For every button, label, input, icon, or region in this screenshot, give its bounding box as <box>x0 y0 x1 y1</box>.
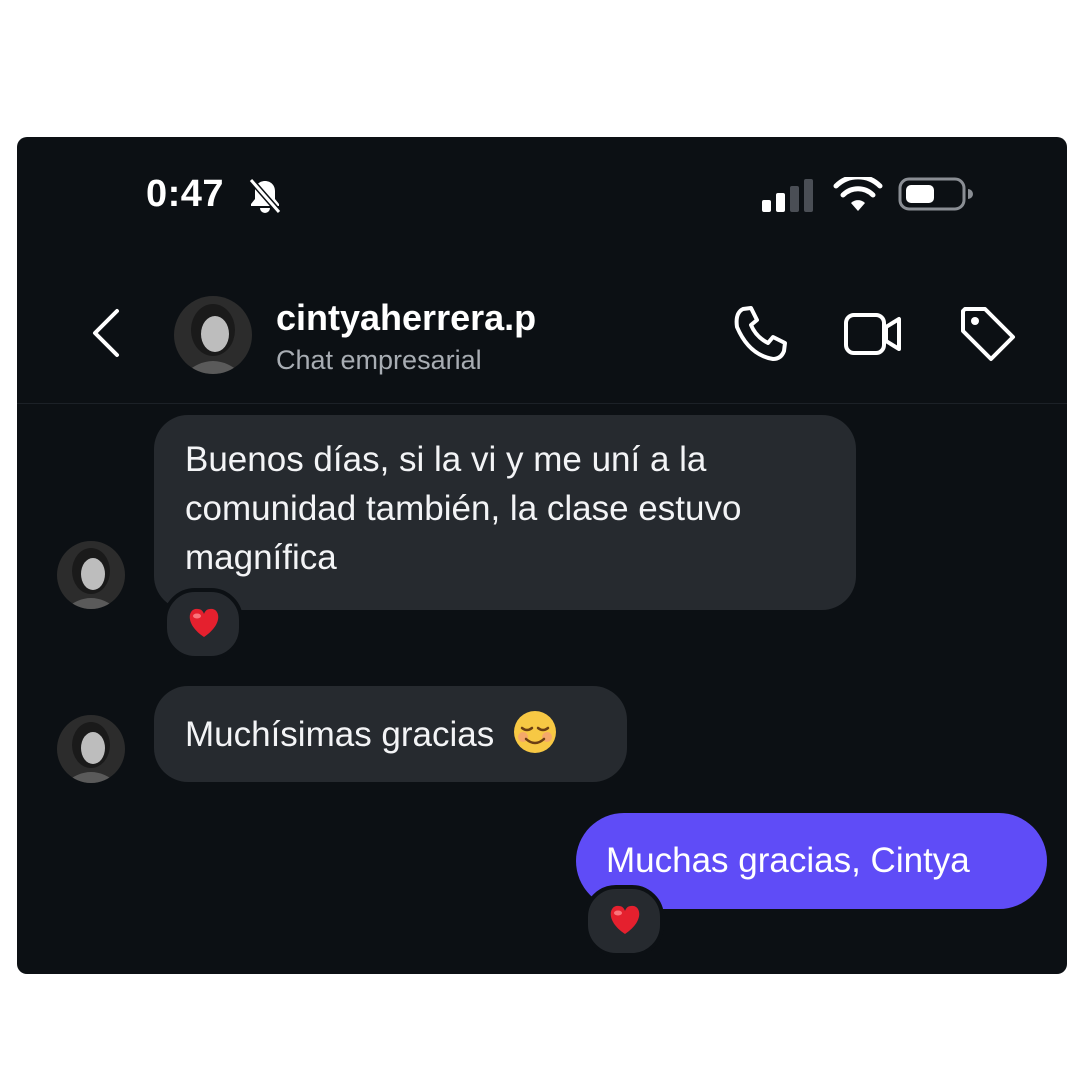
tag-icon[interactable] <box>957 303 1019 365</box>
red-heart-icon <box>189 608 219 637</box>
reaction-badge[interactable] <box>584 885 664 957</box>
message-avatar[interactable] <box>57 541 125 609</box>
status-time: 0:47 <box>146 173 225 215</box>
back-arrow-icon[interactable] <box>89 305 125 361</box>
chat-subtitle: Chat empresarial <box>276 345 482 375</box>
video-call-icon[interactable] <box>842 303 904 365</box>
signal-icon <box>762 179 813 212</box>
contact-username[interactable]: cintyaherrera.p <box>276 297 536 339</box>
message-avatar[interactable] <box>57 715 125 783</box>
chat-header: cintyaherrera.p Chat empresarial <box>17 285 1067 404</box>
chat-screen: 0:47 cintyaherrera.p Chat empresarial Bu… <box>17 137 1067 974</box>
incoming-message-bubble[interactable]: Muchísimas gracias <box>154 686 627 782</box>
red-heart-icon <box>610 905 640 934</box>
phone-call-icon[interactable] <box>729 303 791 365</box>
message-text: Muchísimas gracias <box>185 715 495 754</box>
avatar[interactable] <box>174 296 252 374</box>
incoming-message-bubble[interactable]: Buenos días, si la vi y me uní a la comu… <box>154 415 856 610</box>
wifi-icon <box>833 177 883 211</box>
reaction-badge[interactable] <box>163 588 243 660</box>
battery-icon <box>898 177 973 211</box>
bell-muted-icon <box>248 178 282 214</box>
smiling-face-emoji-icon <box>514 711 556 753</box>
